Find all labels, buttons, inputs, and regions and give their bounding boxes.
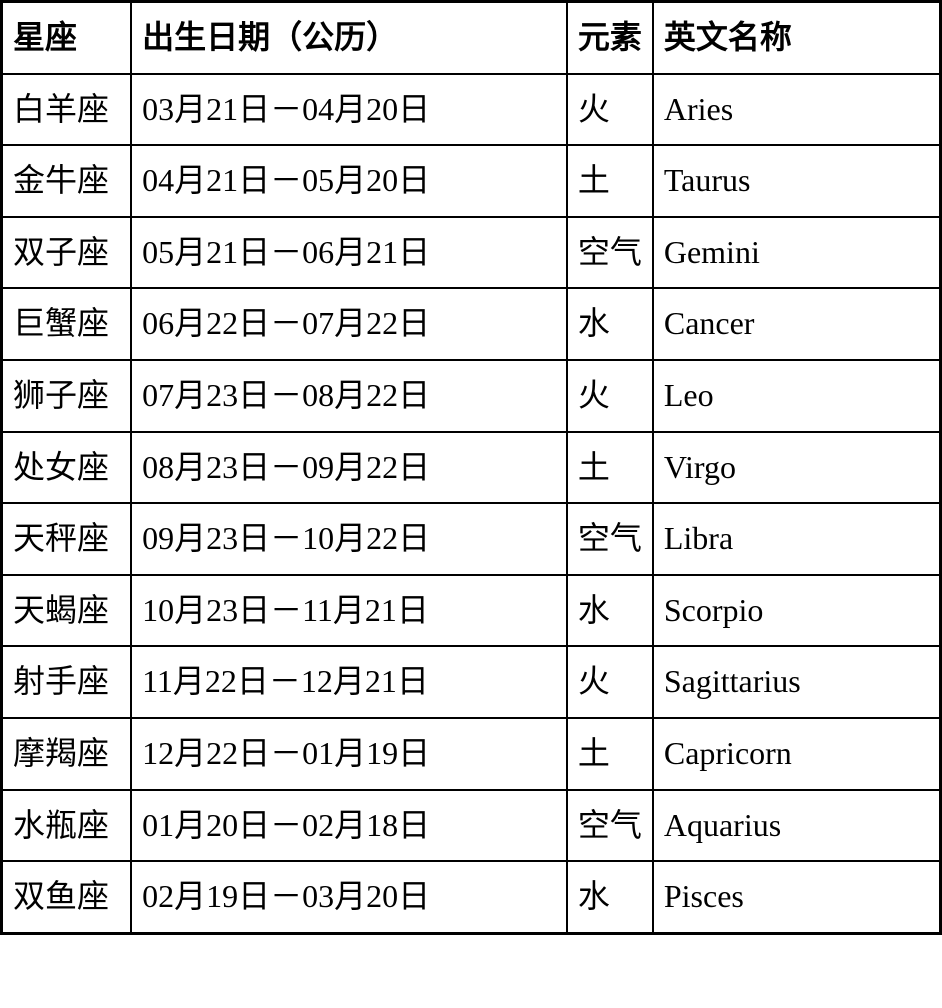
- cell-sign: 处女座: [2, 432, 132, 504]
- cell-element: 土: [567, 145, 653, 217]
- table-row: 水瓶座01月20日－02月18日空气Aquarius: [2, 790, 941, 862]
- cell-date: 08月23日－09月22日: [131, 432, 567, 504]
- cell-element: 火: [567, 646, 653, 718]
- table-header-row: 星座 出生日期（公历） 元素 英文名称: [2, 2, 941, 74]
- cell-english: Capricorn: [653, 718, 941, 790]
- cell-date: 02月19日－03月20日: [131, 861, 567, 933]
- cell-sign: 双子座: [2, 217, 132, 289]
- cell-date: 11月22日－12月21日: [131, 646, 567, 718]
- table-row: 处女座08月23日－09月22日土Virgo: [2, 432, 941, 504]
- cell-sign: 金牛座: [2, 145, 132, 217]
- cell-sign: 巨蟹座: [2, 288, 132, 360]
- cell-english: Libra: [653, 503, 941, 575]
- header-english: 英文名称: [653, 2, 941, 74]
- cell-element: 水: [567, 288, 653, 360]
- cell-element: 火: [567, 74, 653, 146]
- cell-english: Virgo: [653, 432, 941, 504]
- cell-english: Sagittarius: [653, 646, 941, 718]
- cell-element: 水: [567, 575, 653, 647]
- table-row: 射手座11月22日－12月21日火Sagittarius: [2, 646, 941, 718]
- cell-sign: 白羊座: [2, 74, 132, 146]
- cell-english: Pisces: [653, 861, 941, 933]
- cell-sign: 狮子座: [2, 360, 132, 432]
- table-row: 双子座05月21日－06月21日空气Gemini: [2, 217, 941, 289]
- cell-date: 05月21日－06月21日: [131, 217, 567, 289]
- cell-date: 07月23日－08月22日: [131, 360, 567, 432]
- table-row: 金牛座04月21日－05月20日土Taurus: [2, 145, 941, 217]
- cell-date: 03月21日－04月20日: [131, 74, 567, 146]
- cell-element: 水: [567, 861, 653, 933]
- cell-sign: 天蝎座: [2, 575, 132, 647]
- cell-sign: 水瓶座: [2, 790, 132, 862]
- cell-english: Taurus: [653, 145, 941, 217]
- cell-sign: 摩羯座: [2, 718, 132, 790]
- cell-english: Aries: [653, 74, 941, 146]
- table-row: 狮子座07月23日－08月22日火Leo: [2, 360, 941, 432]
- table-row: 摩羯座12月22日－01月19日土Capricorn: [2, 718, 941, 790]
- cell-element: 土: [567, 718, 653, 790]
- cell-english: Aquarius: [653, 790, 941, 862]
- header-element: 元素: [567, 2, 653, 74]
- cell-element: 空气: [567, 503, 653, 575]
- cell-date: 01月20日－02月18日: [131, 790, 567, 862]
- cell-date: 06月22日－07月22日: [131, 288, 567, 360]
- cell-sign: 天秤座: [2, 503, 132, 575]
- cell-date: 10月23日－11月21日: [131, 575, 567, 647]
- cell-sign: 射手座: [2, 646, 132, 718]
- header-date: 出生日期（公历）: [131, 2, 567, 74]
- cell-english: Leo: [653, 360, 941, 432]
- cell-english: Cancer: [653, 288, 941, 360]
- cell-date: 12月22日－01月19日: [131, 718, 567, 790]
- cell-element: 土: [567, 432, 653, 504]
- cell-element: 空气: [567, 217, 653, 289]
- cell-element: 空气: [567, 790, 653, 862]
- cell-date: 09月23日－10月22日: [131, 503, 567, 575]
- cell-english: Gemini: [653, 217, 941, 289]
- table-row: 白羊座03月21日－04月20日火Aries: [2, 74, 941, 146]
- table-row: 天蝎座10月23日－11月21日水Scorpio: [2, 575, 941, 647]
- table-row: 巨蟹座06月22日－07月22日水Cancer: [2, 288, 941, 360]
- zodiac-table: 星座 出生日期（公历） 元素 英文名称 白羊座03月21日－04月20日火Ari…: [0, 0, 942, 935]
- zodiac-table-container: 星座 出生日期（公历） 元素 英文名称 白羊座03月21日－04月20日火Ari…: [0, 0, 942, 935]
- cell-english: Scorpio: [653, 575, 941, 647]
- header-sign: 星座: [2, 2, 132, 74]
- table-row: 双鱼座02月19日－03月20日水Pisces: [2, 861, 941, 933]
- table-row: 天秤座09月23日－10月22日空气Libra: [2, 503, 941, 575]
- cell-date: 04月21日－05月20日: [131, 145, 567, 217]
- cell-sign: 双鱼座: [2, 861, 132, 933]
- cell-element: 火: [567, 360, 653, 432]
